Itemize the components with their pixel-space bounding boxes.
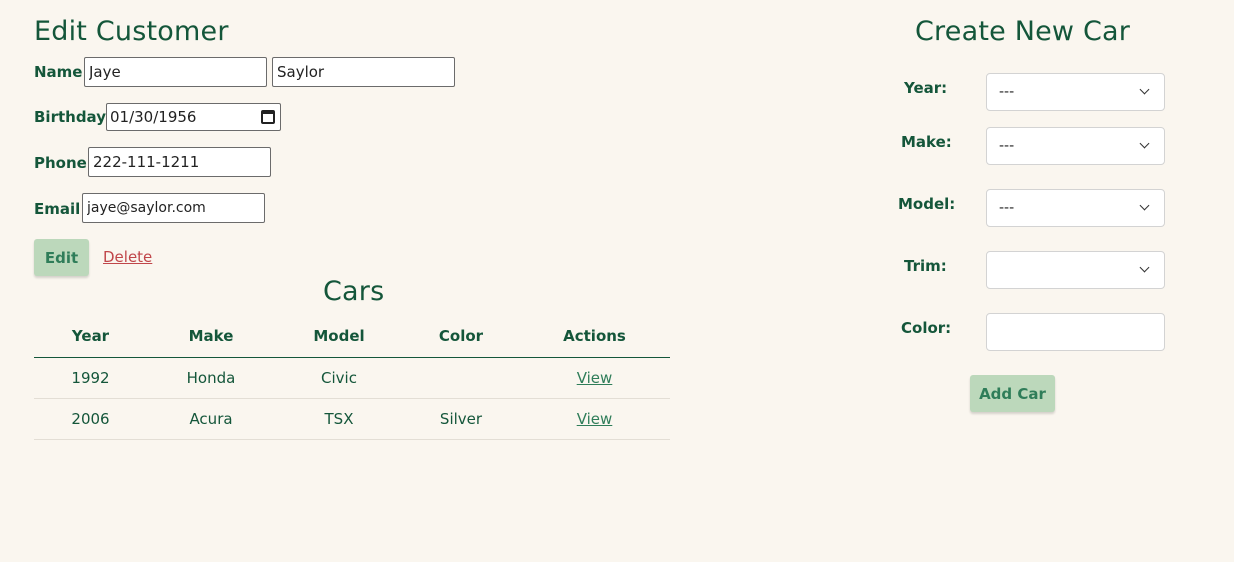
chevron-down-icon (1139, 138, 1150, 149)
make-select[interactable]: --- (986, 127, 1165, 165)
phone-field[interactable] (88, 147, 271, 177)
phone-label: Phone (34, 154, 87, 172)
color-input[interactable] (986, 313, 1165, 351)
add-car-button[interactable]: Add Car (970, 375, 1055, 412)
header-make: Make (147, 316, 275, 358)
cell-year: 2006 (34, 398, 147, 440)
table-row: 2006 Acura TSX Silver View (34, 398, 670, 440)
color-label: Color: (901, 319, 952, 337)
email-field[interactable] (82, 193, 265, 223)
trim-label: Trim: (904, 257, 947, 275)
edit-button[interactable]: Edit (34, 239, 89, 276)
model-label: Model: (898, 195, 956, 213)
cell-year: 1992 (34, 357, 147, 399)
header-actions: Actions (519, 316, 670, 358)
delete-link[interactable]: Delete (103, 248, 152, 266)
header-model: Model (275, 316, 403, 358)
cell-make: Acura (147, 398, 275, 440)
make-select-value: --- (999, 138, 1015, 154)
year-select[interactable]: --- (986, 73, 1165, 111)
name-label: Name: (34, 63, 89, 81)
calendar-icon[interactable] (261, 110, 275, 124)
model-select-value: --- (999, 200, 1015, 216)
trim-select[interactable] (986, 251, 1165, 289)
view-link[interactable]: View (577, 369, 613, 387)
first-name-field[interactable] (84, 57, 267, 87)
cars-header-row: Year Make Model Color Actions (34, 316, 670, 358)
cell-make: Honda (147, 357, 275, 399)
email-label: Email (34, 200, 81, 218)
chevron-down-icon (1139, 200, 1150, 211)
model-select[interactable]: --- (986, 189, 1165, 227)
cell-color: Silver (403, 398, 519, 440)
year-label: Year: (904, 79, 948, 97)
cell-actions: View (519, 398, 670, 440)
last-name-field[interactable] (272, 57, 455, 87)
create-car-title: Create New Car (915, 16, 1131, 47)
make-label: Make: (901, 133, 952, 151)
birthday-date-field[interactable]: 01/30/1956 (106, 103, 281, 131)
cars-table: Year Make Model Color Actions 1992 Honda… (34, 316, 670, 440)
cell-actions: View (519, 357, 670, 399)
chevron-down-icon (1139, 262, 1150, 273)
cell-color (403, 357, 519, 399)
edit-customer-title: Edit Customer (34, 16, 229, 47)
table-row: 1992 Honda Civic View (34, 357, 670, 399)
cars-title: Cars (323, 276, 385, 307)
header-year: Year (34, 316, 147, 358)
birthday-label: Birthday: (34, 108, 112, 126)
chevron-down-icon (1139, 84, 1150, 95)
birthday-value: 01/30/1956 (110, 108, 197, 126)
view-link[interactable]: View (577, 410, 613, 428)
year-select-value: --- (999, 84, 1015, 100)
header-color: Color (403, 316, 519, 358)
phone-label-group: Phone: (34, 153, 92, 172)
email-label-group: Email: (34, 199, 85, 218)
cell-model: TSX (275, 398, 403, 440)
cell-model: Civic (275, 357, 403, 399)
